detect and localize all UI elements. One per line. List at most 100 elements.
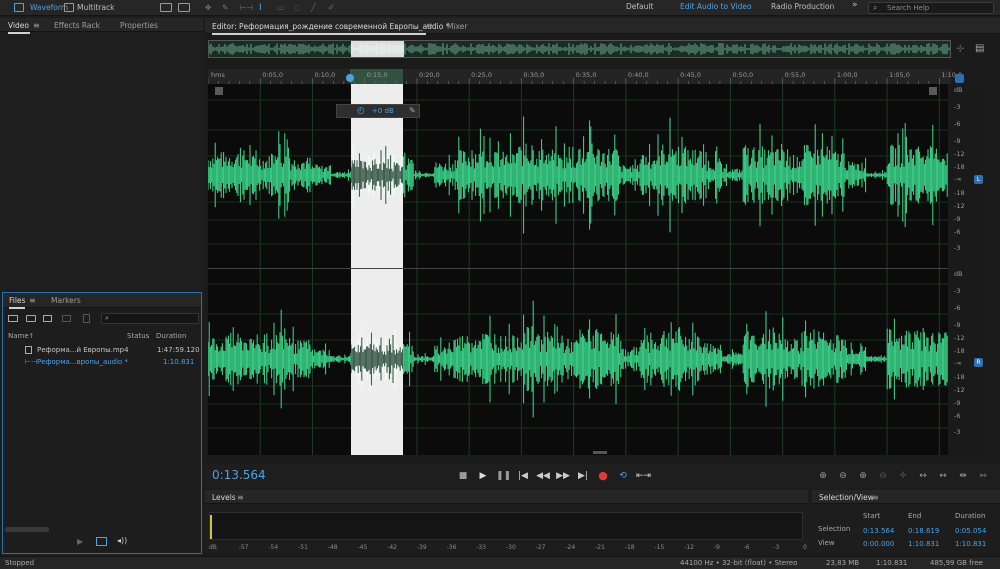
time-selection[interactable]: [351, 84, 403, 455]
zoom-out-time-icon[interactable]: ⊖: [876, 469, 890, 483]
waveform-display[interactable]: ◴ +0 dB ✎: [208, 84, 948, 455]
spot-healing-tool-icon[interactable]: ✐: [328, 2, 334, 14]
vertical-resize-grip[interactable]: [593, 451, 607, 454]
column-duration[interactable]: Duration: [156, 332, 186, 340]
channel-r-toggle[interactable]: R: [974, 358, 983, 367]
fast-forward-button[interactable]: ▶▶: [556, 469, 570, 483]
playhead-handle[interactable]: [346, 74, 354, 82]
zoom-to-fit-icon[interactable]: ⇿: [976, 469, 990, 483]
zoom-in-amplitude-icon[interactable]: ⊕: [816, 469, 830, 483]
tab-mixer[interactable]: Mixer: [447, 22, 467, 31]
lasso-tool-icon[interactable]: ◌: [294, 2, 301, 14]
editor-menu-icon[interactable]: ≡: [426, 21, 433, 30]
column-status[interactable]: Status: [127, 332, 149, 340]
tab-properties[interactable]: Properties: [120, 21, 158, 30]
zoom-out-point-icon[interactable]: ↔: [936, 469, 950, 483]
channel-l-toggle[interactable]: L: [974, 175, 983, 184]
tab-video[interactable]: Video: [8, 21, 30, 34]
move-tool-icon[interactable]: ✥: [205, 2, 211, 14]
play-button[interactable]: ▶: [476, 469, 490, 483]
preview-loop-icon[interactable]: [96, 537, 107, 546]
waveform-mode-button[interactable]: Waveform: [30, 2, 68, 14]
spectral-display-icon[interactable]: [160, 3, 172, 12]
video-file-icon: [25, 346, 32, 354]
loop-playback-button[interactable]: ⟲: [616, 469, 630, 483]
transport-bar: 0:13.564 ■ ▶ ❚❚ |◀ ◀◀ ▶▶ ▶| ● ⟲ ⇤⇥ ⊕ ⊖ ⊕…: [205, 464, 1000, 488]
zoom-out-full-icon[interactable]: ✛: [896, 469, 910, 483]
selection-duration-field[interactable]: 0:05.054: [955, 527, 986, 535]
header-duration: Duration: [955, 512, 986, 520]
tab-editor[interactable]: Editor: Реформация_рождение современной …: [212, 22, 449, 35]
audio-format: 44100 Hz • 32-bit (float) • Stereo: [680, 559, 798, 567]
file-row-selected[interactable]: ⊢⊣ Реформа...вропы_audio * 1:10.831: [3, 356, 201, 368]
zoom-in-time-icon[interactable]: ⊕: [856, 469, 870, 483]
zoom-out-amplitude-icon[interactable]: ⊖: [836, 469, 850, 483]
open-file-icon[interactable]: [8, 315, 18, 322]
fade-in-handle[interactable]: [215, 87, 223, 95]
file-row[interactable]: Реформа...й Европы.mp4 1:47:59.120: [3, 344, 201, 356]
waveform-view-icon[interactable]: [14, 3, 24, 12]
preview-volume-icon[interactable]: ◂)): [117, 536, 127, 545]
tab-levels[interactable]: Levels: [212, 493, 236, 502]
pause-button[interactable]: ❚❚: [496, 469, 511, 483]
pin-icon[interactable]: ✎: [409, 106, 416, 115]
zoom-selection-icon[interactable]: ⇹: [956, 469, 970, 483]
editor-tabs: Editor: Реформация_рождение современной …: [205, 18, 1000, 35]
files-menu-icon[interactable]: ≡: [29, 296, 36, 305]
pitch-display-icon[interactable]: [178, 3, 190, 12]
record-button[interactable]: ●: [596, 469, 610, 483]
close-file-icon[interactable]: [83, 314, 90, 323]
selection-end-field[interactable]: 0:18.619: [908, 527, 939, 535]
hud-gain-control[interactable]: ◴ +0 dB ✎: [336, 104, 420, 118]
search-help-field[interactable]: ⌕ Search Help: [868, 2, 994, 14]
time-selection-tool-icon[interactable]: I: [259, 2, 262, 14]
selected-waveform: [351, 146, 403, 386]
marquee-tool-icon[interactable]: ▭: [277, 2, 284, 14]
workspace-default[interactable]: Default: [626, 2, 653, 11]
tab-files[interactable]: Files: [9, 296, 25, 309]
column-name[interactable]: Name↑: [8, 332, 34, 340]
panel-menu-icon[interactable]: ≡: [33, 21, 40, 30]
brush-tool-icon[interactable]: ╱: [311, 2, 316, 14]
levels-menu-icon[interactable]: ≡: [237, 493, 244, 502]
selection-start-field[interactable]: 0:13.564: [863, 527, 894, 535]
workspace-radio-production[interactable]: Radio Production: [771, 2, 834, 11]
slip-tool-icon[interactable]: ⊢⊣: [240, 2, 253, 14]
new-file-icon[interactable]: [43, 315, 52, 322]
selection-view-menu-icon[interactable]: ≡: [872, 493, 879, 502]
multitrack-mode-button[interactable]: Multitrack: [77, 2, 114, 14]
rewind-button[interactable]: ◀◀: [536, 469, 550, 483]
current-time-display[interactable]: 0:13.564: [212, 468, 266, 482]
gain-knob-icon[interactable]: ◴: [357, 106, 365, 116]
zoom-navigator-icon[interactable]: ✛: [956, 44, 964, 55]
view-options-icon[interactable]: ▤: [975, 43, 984, 54]
ruler-options-icon[interactable]: [955, 74, 964, 83]
view-start-field[interactable]: 0:00.000: [863, 540, 894, 548]
fade-out-handle[interactable]: [929, 87, 937, 95]
levels-tick-label: -21: [595, 544, 605, 551]
overview-selection: [351, 41, 404, 57]
zoom-in-point-icon[interactable]: ↔: [916, 469, 930, 483]
view-duration-field[interactable]: 1:10.831: [955, 540, 986, 548]
insert-into-multitrack-icon[interactable]: [62, 315, 71, 322]
workspace-overflow-button[interactable]: »: [852, 0, 858, 10]
db-tick-label: -12: [954, 150, 965, 158]
view-end-field[interactable]: 1:10.831: [908, 540, 939, 548]
tab-selection-view[interactable]: Selection/View: [819, 493, 874, 502]
stop-button[interactable]: ■: [456, 469, 470, 483]
overview-bar[interactable]: [208, 40, 951, 58]
move-to-previous-button[interactable]: |◀: [516, 469, 530, 483]
move-to-next-button[interactable]: ▶|: [576, 469, 590, 483]
skip-selection-button[interactable]: ⇤⇥: [636, 469, 651, 483]
search-placeholder: Search Help: [887, 4, 930, 12]
preview-play-icon[interactable]: ▶: [77, 537, 83, 546]
files-filter-field[interactable]: ⌕: [101, 313, 199, 324]
import-file-icon[interactable]: [26, 315, 36, 322]
tab-markers[interactable]: Markers: [51, 296, 81, 305]
workspace-edit-audio-to-video[interactable]: Edit Audio to Video: [680, 2, 752, 11]
tab-effects-rack[interactable]: Effects Rack: [54, 21, 100, 30]
multitrack-view-icon[interactable]: [64, 3, 74, 12]
files-horizontal-scrollbar[interactable]: [5, 527, 49, 532]
timeline-ruler[interactable]: hms 0:05,0 0:10,0 0:15,0 0:20,0 0:25,0 0:30,0…: [208, 69, 962, 84]
razor-tool-icon[interactable]: ✎: [222, 2, 228, 14]
